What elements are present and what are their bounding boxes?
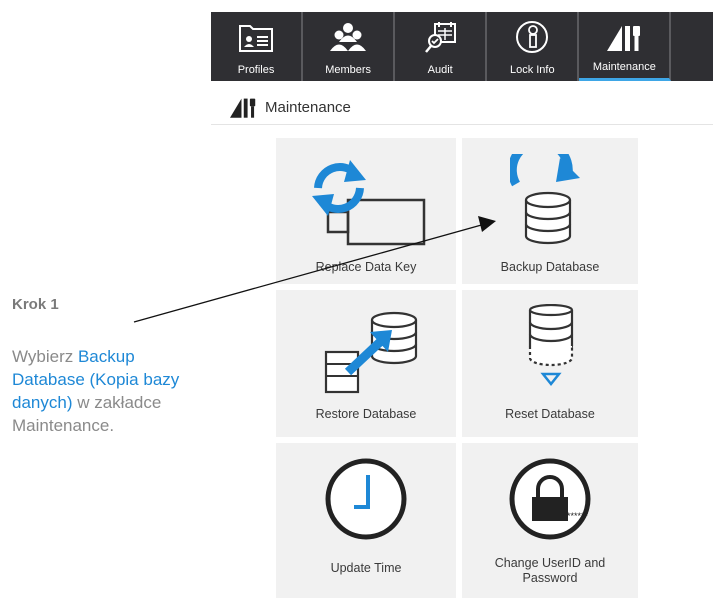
maintenance-icon	[227, 94, 259, 120]
tile-label: Backup Database	[500, 260, 600, 274]
tab-maintenance[interactable]: Maintenance	[579, 12, 672, 81]
tile-label: Change UserID and Password	[462, 556, 638, 586]
instruction-text: Wybierz Backup Database (Kopia bazy dany…	[12, 345, 212, 437]
step-label: Krok 1	[12, 296, 59, 313]
tab-label: Profiles	[237, 64, 275, 76]
members-icon	[328, 18, 368, 56]
tab-label: Lock Info	[509, 64, 555, 76]
tab-label: Maintenance	[592, 61, 656, 73]
tile-label-line2: Password	[522, 571, 578, 585]
maintenance-icon	[604, 18, 644, 56]
tab-label: Members	[325, 64, 372, 76]
clock-icon	[324, 457, 408, 546]
tab-lock-info[interactable]: Lock Info	[487, 12, 580, 81]
page-header: Maintenance	[211, 90, 713, 125]
tab-audit[interactable]: Audit	[395, 12, 488, 81]
tile-label: Restore Database	[315, 407, 417, 421]
restore-database-icon	[320, 302, 420, 407]
tile-label: Update Time	[330, 561, 402, 575]
update-time-tile[interactable]: Update Time	[276, 443, 456, 598]
change-userid-password-tile[interactable]: ****** Change UserID and Password	[462, 443, 638, 598]
tab-label: Audit	[427, 64, 453, 76]
replace-data-key-icon	[304, 150, 434, 255]
tab-profiles[interactable]: Profiles	[211, 12, 304, 81]
tile-label: Replace Data Key	[315, 260, 417, 274]
tile-label-line1: Change UserID and	[494, 556, 606, 570]
lock-info-icon	[512, 18, 552, 56]
page-title: Maintenance	[265, 98, 351, 116]
instruction-text-before: Wybierz	[12, 347, 78, 366]
padlock-icon	[508, 457, 592, 546]
profiles-icon	[236, 18, 276, 56]
reset-database-tile[interactable]: Reset Database	[462, 290, 638, 437]
restore-database-tile[interactable]: Restore Database	[276, 290, 456, 437]
tab-bar: Profiles Members Audit Lock Info Mainten…	[211, 12, 713, 81]
audit-icon	[420, 18, 460, 56]
replace-data-key-tile[interactable]: Replace Data Key	[276, 138, 456, 284]
tab-partial[interactable]	[671, 12, 713, 81]
backup-database-tile[interactable]: Backup Database	[462, 137, 638, 284]
reset-database-icon	[526, 303, 576, 399]
password-mask: ******	[567, 511, 589, 521]
tile-label: Reset Database	[505, 407, 595, 421]
backup-database-icon	[507, 137, 590, 255]
tab-members[interactable]: Members	[303, 12, 396, 81]
